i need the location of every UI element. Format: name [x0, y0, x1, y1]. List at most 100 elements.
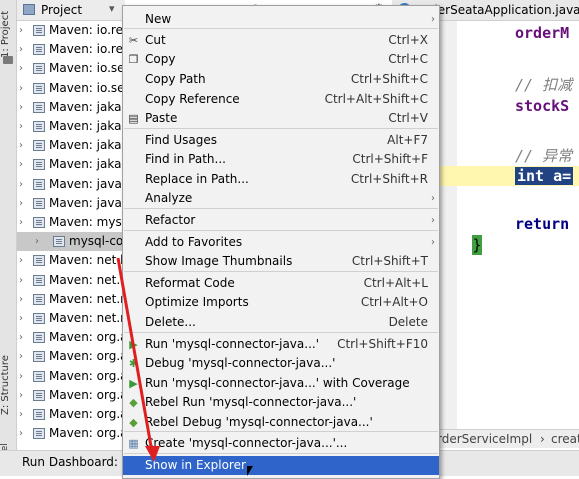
- menu-item-label: Delete...: [145, 315, 196, 329]
- menu-item-show-in-explorer[interactable]: Show in Explorer: [123, 456, 439, 475]
- menu-item-label: Show Image Thumbnails: [145, 254, 293, 268]
- menu-separator: [124, 128, 438, 129]
- menu-item-delete[interactable]: Delete... Delete: [123, 313, 439, 332]
- chevron-down-icon[interactable]: ▾: [109, 2, 115, 15]
- expand-arrow-icon[interactable]: ›: [19, 136, 23, 155]
- library-icon: [33, 101, 45, 113]
- paste-icon: ▤: [128, 112, 139, 125]
- expand-arrow-icon[interactable]: ›: [19, 40, 23, 59]
- menu-item-shortcut: Ctrl+X: [388, 33, 428, 47]
- library-icon: [33, 255, 45, 267]
- menu-item-run-mysql-connector-java-with-coverage[interactable]: ▶ Run 'mysql-connector-java...' with Cove…: [123, 374, 439, 393]
- rebel-debug-icon: ◆: [129, 416, 138, 429]
- menu-separator: [124, 271, 438, 272]
- expand-arrow-icon[interactable]: ›: [19, 347, 23, 366]
- menu-item-analyze[interactable]: Analyze ›: [123, 189, 439, 208]
- tree-row-label: Maven: mysql: [49, 215, 133, 229]
- menu-item-optimize-imports[interactable]: Optimize Imports Ctrl+Alt+O: [123, 293, 439, 312]
- menu-item-shortcut: Ctrl+Alt+Shift+C: [324, 92, 428, 106]
- library-icon: [33, 370, 45, 382]
- tree-row-label: Maven: io.rea: [49, 23, 131, 37]
- menu-item-create-mysql-connector-java[interactable]: ▦ Create 'mysql-connector-java...'...: [123, 434, 439, 453]
- breadcrumb-separator: ›: [540, 432, 545, 446]
- create-icon: ▦: [128, 437, 139, 450]
- library-icon: [33, 274, 45, 286]
- run-dashboard-label[interactable]: Run Dashboard:: [22, 455, 118, 469]
- expand-arrow-icon[interactable]: ›: [19, 290, 23, 309]
- expand-arrow-icon[interactable]: ›: [19, 271, 23, 290]
- menu-item-paste[interactable]: ▤ Paste Ctrl+V: [123, 109, 439, 128]
- menu-item-shortcut: Ctrl+Shift+C: [350, 72, 428, 86]
- menu-item-label: Copy Path: [145, 72, 206, 86]
- expand-arrow-icon[interactable]: ›: [19, 117, 23, 136]
- menu-item-rebel-debug-mysql-connector-java[interactable]: ◆ Rebel Debug 'mysql-connector-java...': [123, 413, 439, 432]
- expand-arrow-icon[interactable]: ›: [19, 175, 23, 194]
- expand-arrow-icon[interactable]: ›: [19, 367, 23, 386]
- breadcrumb-item[interactable]: rderServiceImpl: [437, 430, 532, 448]
- expand-arrow-icon[interactable]: ›: [19, 59, 23, 78]
- menu-item-refactor[interactable]: Refactor ›: [123, 211, 439, 230]
- code-line-selected: int a=: [515, 167, 574, 185]
- menu-item-find-usages[interactable]: Find Usages Alt+F7: [123, 131, 439, 150]
- menu-item-shortcut: Ctrl+Shift+F10: [337, 337, 428, 351]
- left-tool-stripe: 1: Project Z: Structure JRebel: [0, 0, 17, 475]
- menu-item-label: Refactor: [145, 213, 196, 227]
- menu-item-label: Paste: [145, 111, 178, 125]
- menu-item-copy-path[interactable]: Copy Path Ctrl+Shift+C: [123, 70, 439, 89]
- menu-item-find-in-path[interactable]: Find in Path... Ctrl+Shift+F: [123, 150, 439, 169]
- menu-separator: [124, 332, 438, 333]
- expand-arrow-icon[interactable]: ›: [19, 213, 23, 232]
- library-icon: [33, 351, 45, 363]
- matched-brace: }: [472, 235, 482, 255]
- project-panel-header: Project ▾: [17, 0, 125, 21]
- expand-arrow-icon[interactable]: ›: [35, 232, 39, 251]
- menu-item-shortcut: Ctrl+Shift+F: [352, 152, 428, 166]
- structure-tool-tab[interactable]: Z: Structure: [0, 350, 16, 420]
- menu-item-label: New: [145, 12, 172, 26]
- menu-item-new[interactable]: New ›: [123, 10, 439, 29]
- menu-item-debug-mysql-connector-java[interactable]: ✱ Debug 'mysql-connector-java...': [123, 354, 439, 373]
- expand-arrow-icon[interactable]: ›: [19, 194, 23, 213]
- expand-arrow-icon[interactable]: ›: [19, 98, 23, 117]
- expand-arrow-icon[interactable]: ›: [19, 386, 23, 405]
- library-icon: [33, 293, 45, 305]
- submenu-arrow-icon: ›: [431, 237, 435, 248]
- menu-item-label: Reformat Code: [145, 276, 235, 290]
- rebel-run-icon: ◆: [129, 396, 138, 409]
- library-icon: [33, 63, 45, 75]
- menu-separator: [124, 208, 438, 209]
- menu-item-label: Copy: [145, 52, 176, 66]
- project-panel-title[interactable]: Project: [41, 3, 82, 17]
- menu-item-cut[interactable]: ✂ Cut Ctrl+X: [123, 31, 439, 50]
- library-icon: [33, 217, 45, 228]
- menu-item-rebel-run-mysql-connector-java[interactable]: ◆ Rebel Run 'mysql-connector-java...': [123, 393, 439, 412]
- expand-arrow-icon[interactable]: ›: [19, 21, 23, 40]
- menu-item-add-to-favorites[interactable]: Add to Favorites ›: [123, 233, 439, 252]
- menu-item-label: Run 'mysql-connector-java...' with Cover…: [145, 376, 410, 390]
- project-tool-tab[interactable]: 1: Project: [0, 4, 16, 64]
- library-icon: [33, 313, 45, 324]
- code-comment: // 扣减: [515, 76, 573, 94]
- tree-row-label: Maven: io.sea: [49, 61, 132, 76]
- library-icon: [33, 82, 45, 94]
- menu-item-run-mysql-connector-java[interactable]: ▶ Run 'mysql-connector-java...' Ctrl+Shift…: [123, 335, 439, 354]
- expand-arrow-icon[interactable]: ›: [19, 79, 23, 98]
- expand-arrow-icon[interactable]: ›: [19, 328, 23, 347]
- copy-icon: ❐: [128, 53, 139, 66]
- menu-item-reformat-code[interactable]: Reformat Code Ctrl+Alt+L: [123, 274, 439, 293]
- library-icon: [33, 332, 45, 344]
- menu-item-label: Add to Favorites: [145, 235, 243, 249]
- menu-item-replace-in-path[interactable]: Replace in Path... Ctrl+Shift+R: [123, 170, 439, 189]
- breadcrumb-item[interactable]: creater: [551, 430, 579, 448]
- expand-arrow-icon[interactable]: ›: [19, 309, 23, 328]
- menu-item-label: Debug 'mysql-connector-java...': [145, 356, 336, 370]
- tree-row-label: Maven: io.sea: [49, 80, 132, 95]
- menu-item-show-image-thumbnails[interactable]: Show Image Thumbnails Ctrl+Shift+T: [123, 252, 439, 271]
- expand-arrow-icon[interactable]: ›: [19, 251, 23, 270]
- menu-item-copy[interactable]: ❐ Copy Ctrl+C: [123, 50, 439, 69]
- expand-arrow-icon[interactable]: ›: [19, 424, 23, 443]
- menu-item-copy-reference[interactable]: Copy Reference Ctrl+Alt+Shift+C: [123, 90, 439, 109]
- coverage-icon: ▶: [129, 377, 138, 390]
- expand-arrow-icon[interactable]: ›: [19, 405, 23, 424]
- expand-arrow-icon[interactable]: ›: [19, 155, 23, 174]
